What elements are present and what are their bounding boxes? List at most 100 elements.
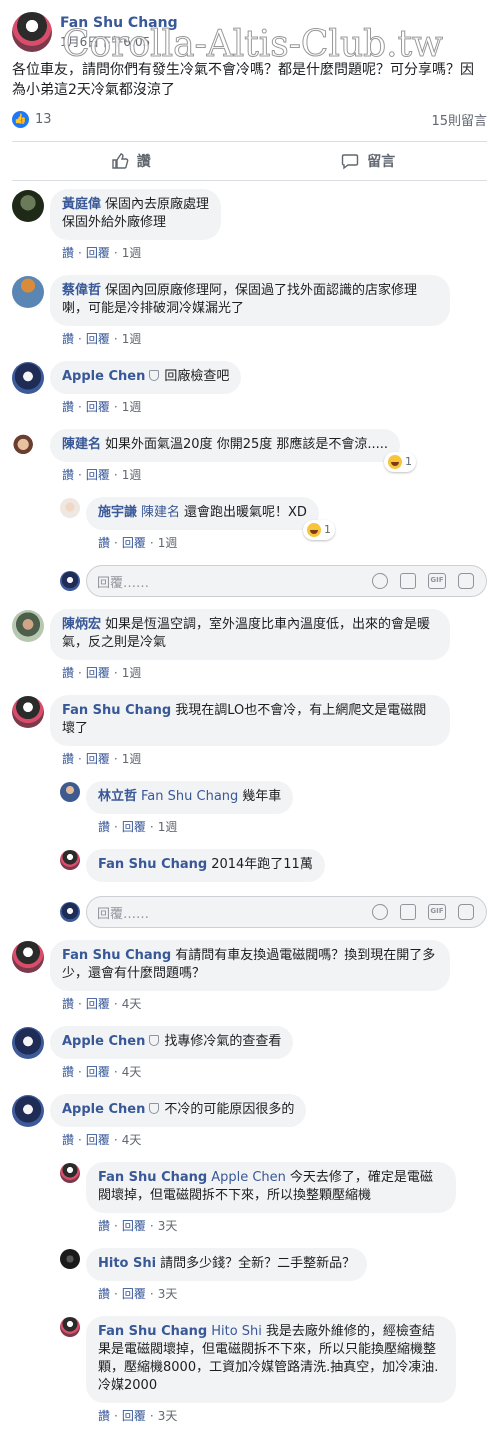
avatar[interactable]	[12, 430, 44, 462]
avatar[interactable]	[12, 941, 44, 973]
comment-author[interactable]: Fan Shu Chang	[62, 948, 171, 963]
reaction-badge[interactable]: 1	[302, 520, 335, 540]
avatar[interactable]	[60, 1249, 80, 1269]
reply-thread: Fan Shu Chang Apple Chen 今天去修了，確定是電磁閥壞掉，但電…	[60, 1162, 487, 1432]
like-link[interactable]: 讚	[62, 400, 74, 414]
comment-actions: 讚 · 回覆 · 4天	[62, 1133, 142, 1147]
mention-tag[interactable]: Fan Shu Chang	[141, 789, 238, 804]
comment-author[interactable]: Hito Shi	[98, 1256, 156, 1271]
reply-link[interactable]: 回覆	[122, 1287, 146, 1301]
like-link[interactable]: 讚	[98, 1409, 110, 1423]
reply-link[interactable]: 回覆	[122, 1409, 146, 1423]
comment-button-label: 留言	[367, 154, 396, 170]
comment-author[interactable]: Apple Chen	[62, 1034, 145, 1049]
comment-age[interactable]: 4天	[122, 1133, 142, 1147]
camera-icon[interactable]	[400, 573, 416, 589]
comment-age[interactable]: 1週	[122, 752, 142, 766]
comment-age[interactable]: 1週	[122, 246, 142, 260]
reply-link[interactable]: 回覆	[86, 1133, 110, 1147]
reply-link[interactable]: 回覆	[86, 666, 110, 680]
reply-input[interactable]: 回覆…… GIF	[86, 896, 487, 928]
sticker-icon[interactable]	[458, 573, 474, 589]
comment-author[interactable]: Fan Shu Chang	[98, 1324, 207, 1339]
gif-icon[interactable]: GIF	[428, 904, 446, 920]
comment-author[interactable]: Fan Shu Chang	[98, 857, 207, 872]
like-link[interactable]: 讚	[62, 1133, 74, 1147]
like-link[interactable]: 讚	[62, 666, 74, 680]
gif-icon[interactable]: GIF	[428, 573, 446, 589]
comment-actions: 讚 · 回覆 · 3天	[98, 1219, 178, 1233]
like-link[interactable]: 讚	[98, 1219, 110, 1233]
comment-author[interactable]: 陳建名	[62, 437, 101, 452]
like-link[interactable]: 讚	[62, 752, 74, 766]
avatar[interactable]	[12, 276, 44, 308]
mention-tag[interactable]: Apple Chen	[211, 1170, 286, 1185]
comment-author[interactable]: 黃庭偉	[62, 197, 101, 212]
avatar[interactable]	[60, 1163, 80, 1183]
mention-tag[interactable]: Hito Shi	[211, 1324, 262, 1339]
comment-age[interactable]: 4天	[122, 1065, 142, 1079]
sticker-icon[interactable]	[458, 904, 474, 920]
reply-link[interactable]: 回覆	[86, 332, 110, 346]
like-link[interactable]: 讚	[62, 332, 74, 346]
comment-author[interactable]: Apple Chen	[62, 369, 145, 384]
avatar[interactable]	[12, 362, 44, 394]
reply-link[interactable]: 回覆	[122, 536, 146, 550]
comment-age[interactable]: 3天	[158, 1287, 178, 1301]
comment-age[interactable]: 4天	[122, 997, 142, 1011]
reply-link[interactable]: 回覆	[122, 820, 146, 834]
comment-age[interactable]: 1週	[158, 536, 178, 550]
reply-link[interactable]: 回覆	[86, 997, 110, 1011]
avatar[interactable]	[12, 610, 44, 642]
like-link[interactable]: 讚	[62, 1065, 74, 1079]
avatar[interactable]	[12, 190, 44, 222]
comment-author[interactable]: Fan Shu Chang	[98, 1170, 207, 1185]
mention-tag[interactable]: 陳建名	[141, 505, 180, 520]
avatar[interactable]	[60, 1317, 80, 1337]
comment-author[interactable]: 陳炳宏	[62, 617, 101, 632]
comment-author[interactable]: 林立哲	[98, 789, 137, 804]
emoji-icon[interactable]	[372, 904, 388, 920]
reaction-badge[interactable]: 1	[384, 452, 417, 472]
reply-link[interactable]: 回覆	[122, 1219, 146, 1233]
author-avatar[interactable]	[12, 12, 52, 52]
reply-link[interactable]: 回覆	[86, 752, 110, 766]
comment-age[interactable]: 3天	[158, 1219, 178, 1233]
comment-actions: 讚 · 回覆 · 3天	[98, 1287, 178, 1301]
comment-age[interactable]: 3天	[158, 1409, 178, 1423]
like-link[interactable]: 讚	[62, 246, 74, 260]
avatar[interactable]	[60, 850, 80, 870]
like-link[interactable]: 讚	[98, 1287, 110, 1301]
comment-author[interactable]: Fan Shu Chang	[62, 703, 171, 718]
like-link[interactable]: 讚	[98, 820, 110, 834]
comment-age[interactable]: 1週	[122, 666, 142, 680]
comment-age[interactable]: 1週	[122, 332, 142, 346]
emoji-icon[interactable]	[372, 573, 388, 589]
like-link[interactable]: 讚	[62, 468, 74, 482]
reply-link[interactable]: 回覆	[86, 1065, 110, 1079]
reply-link[interactable]: 回覆	[86, 468, 110, 482]
avatar[interactable]	[12, 1095, 44, 1127]
comment-author[interactable]: 施宇謙	[98, 505, 137, 520]
like-summary[interactable]: 👍 13	[12, 111, 52, 128]
reply-input[interactable]: 回覆…… GIF	[86, 565, 487, 597]
reply-link[interactable]: 回覆	[86, 246, 110, 260]
comment-author[interactable]: 蔡偉哲	[62, 283, 101, 298]
like-link[interactable]: 讚	[62, 997, 74, 1011]
avatar[interactable]	[12, 1027, 44, 1059]
comment-age[interactable]: 1週	[122, 468, 142, 482]
camera-icon[interactable]	[400, 904, 416, 920]
avatar[interactable]	[12, 696, 44, 728]
like-button[interactable]: 讚	[12, 142, 250, 180]
comment: 陳炳宏 如果是恆溫空調，室外溫度比車內溫度低，出來的會是暖氣，反之則是冷氣 讚 · 回…	[12, 609, 487, 689]
reply-link[interactable]: 回覆	[86, 400, 110, 414]
comment-age[interactable]: 1週	[122, 400, 142, 414]
composer-icons: GIF	[372, 573, 486, 589]
avatar[interactable]	[60, 782, 80, 802]
comment-author[interactable]: Apple Chen	[62, 1102, 145, 1117]
comment-count[interactable]: 15則留言	[431, 110, 487, 129]
like-link[interactable]: 讚	[98, 536, 110, 550]
comment-age[interactable]: 1週	[158, 820, 178, 834]
comment-button[interactable]: 留言	[250, 142, 488, 180]
avatar[interactable]	[60, 498, 80, 518]
